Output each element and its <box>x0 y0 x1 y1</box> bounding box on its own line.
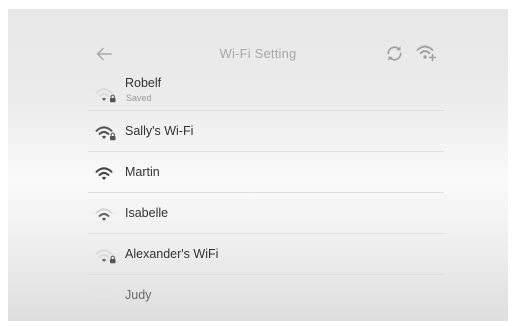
network-row[interactable]: Isabelle <box>88 193 444 234</box>
network-name: Martin <box>125 165 160 179</box>
network-name: Sally's Wi-Fi <box>125 124 194 138</box>
network-row[interactable]: Robelf Saved <box>88 69 444 111</box>
refresh-icon[interactable] <box>385 44 404 63</box>
network-row[interactable]: Alexander's WiFi <box>88 234 444 275</box>
network-list: Robelf Saved Sally's Wi-Fi Martin Isabel… <box>88 69 444 316</box>
wifi-medium-icon <box>95 208 113 221</box>
header: Wi-Fi Setting <box>8 9 508 69</box>
wifi-faint-icon <box>95 290 113 299</box>
network-name: Judy <box>125 288 152 302</box>
wifi-strong-icon <box>95 167 113 180</box>
add-network-icon[interactable] <box>416 44 436 62</box>
wifi-weak-locked-icon <box>95 249 116 264</box>
network-name: Alexander's WiFi <box>125 247 219 261</box>
wifi-weak-locked-icon <box>95 88 116 103</box>
wifi-strong-locked-icon <box>95 126 116 141</box>
network-row[interactable]: Sally's Wi-Fi <box>88 111 444 152</box>
wifi-setting-screen: Wi-Fi Setting Robelf Saved Sally's Wi-Fi… <box>8 9 508 321</box>
network-name: Isabelle <box>125 206 169 220</box>
network-row[interactable]: Judy <box>88 275 444 316</box>
network-name: Robelf <box>125 76 162 90</box>
network-row[interactable]: Martin <box>88 152 444 193</box>
network-status: Saved <box>126 93 152 103</box>
